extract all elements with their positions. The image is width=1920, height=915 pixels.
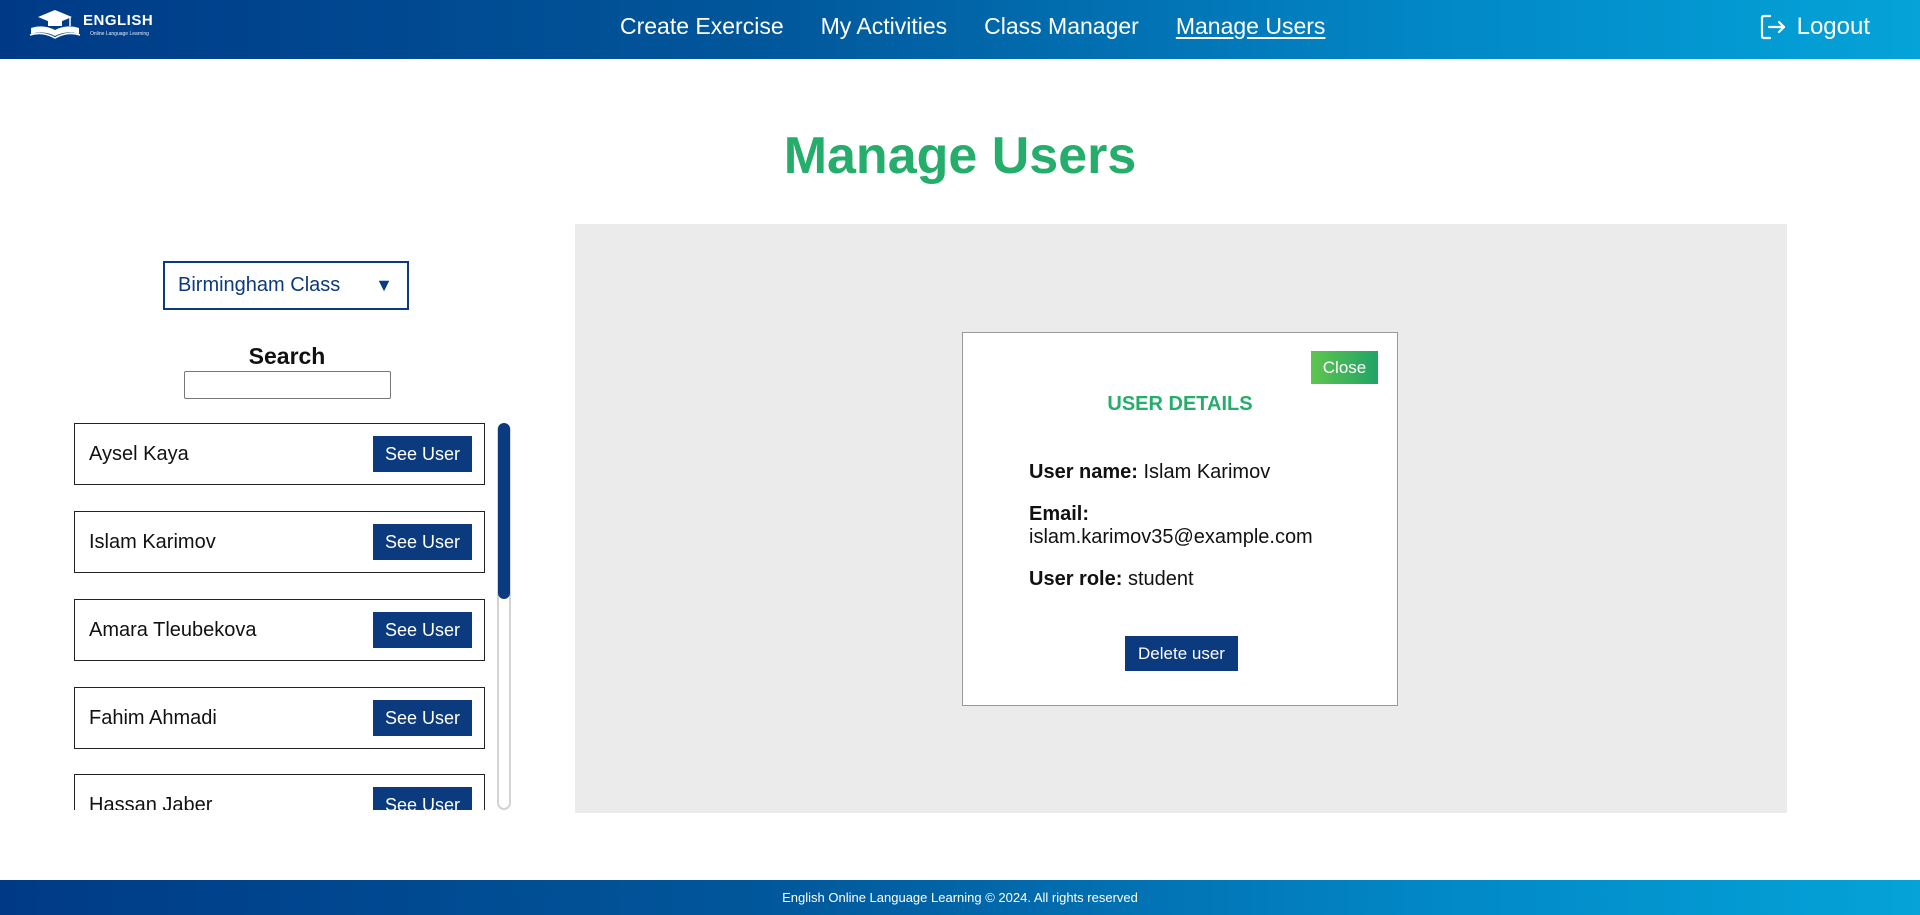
class-select-value: Birmingham Class [178,274,341,296]
user-list[interactable]: Aysel Kaya See User Islam Karimov See Us… [74,423,486,810]
user-list-item: Hassan Jaber See User [74,774,485,810]
user-details-card: Close USER DETAILS User name: Islam Kari… [962,332,1398,706]
role-label: User role: [1029,568,1123,590]
see-user-button[interactable]: See User [373,700,472,736]
user-list-item: Amara Tleubekova See User [74,599,485,661]
logo-subtitle: Online Language Learning [90,31,149,37]
search-label: Search [248,343,326,369]
page-title: Manage Users [783,127,1137,185]
username-value: Islam Karimov [1143,461,1271,483]
email-field: Email: islam.karimov35@example.com [1029,503,1313,549]
see-user-button[interactable]: See User [373,787,472,810]
user-list-item: Islam Karimov See User [74,511,485,573]
user-name: Hassan Jaber [89,794,213,810]
see-user-button[interactable]: See User [373,612,472,648]
nav-class-manager[interactable]: Class Manager [984,13,1139,39]
class-select-dropdown[interactable]: Birmingham Class ▼ [163,261,409,310]
see-user-button[interactable]: See User [373,436,472,472]
logout-icon [1759,13,1787,41]
user-details-title: USER DETAILS [1107,393,1253,415]
role-value: student [1127,568,1194,590]
logo-title: ENGLISH [83,12,154,29]
user-list-item: Aysel Kaya See User [74,423,485,485]
user-name: Aysel Kaya [89,443,189,465]
logout-label: Logout [1796,13,1870,40]
delete-user-button[interactable]: Delete user [1125,636,1238,671]
scrollbar-thumb[interactable] [498,423,510,599]
logout-button[interactable]: Logout [1759,13,1870,41]
email-value: islam.karimov35@example.com [1029,526,1313,548]
brand-logo[interactable]: ENGLISH Online Language Learning [28,8,163,44]
username-field: User name: Islam Karimov [1029,461,1270,484]
user-name: Amara Tleubekova [89,619,257,641]
user-list-item: Fahim Ahmadi See User [74,687,485,749]
username-label: User name: [1029,461,1138,483]
user-name: Fahim Ahmadi [89,707,217,729]
nav-manage-users[interactable]: Manage Users [1176,13,1326,39]
graduation-book-icon [29,10,81,39]
user-name: Islam Karimov [89,531,216,553]
footer-copyright: English Online Language Learning © 2024.… [782,890,1138,905]
caret-down-icon: ▼ [375,275,393,295]
nav-my-activities[interactable]: My Activities [821,13,948,39]
see-user-button[interactable]: See User [373,524,472,560]
main-nav: Create Exercise My Activities Class Mana… [620,13,1362,39]
role-field: User role: student [1029,568,1194,591]
footer: English Online Language Learning © 2024.… [0,880,1920,915]
nav-create-exercise[interactable]: Create Exercise [620,13,784,39]
close-button[interactable]: Close [1311,351,1378,384]
search-input[interactable] [184,371,391,399]
email-label: Email: [1029,503,1090,525]
top-navbar: ENGLISH Online Language Learning Create … [0,0,1920,59]
